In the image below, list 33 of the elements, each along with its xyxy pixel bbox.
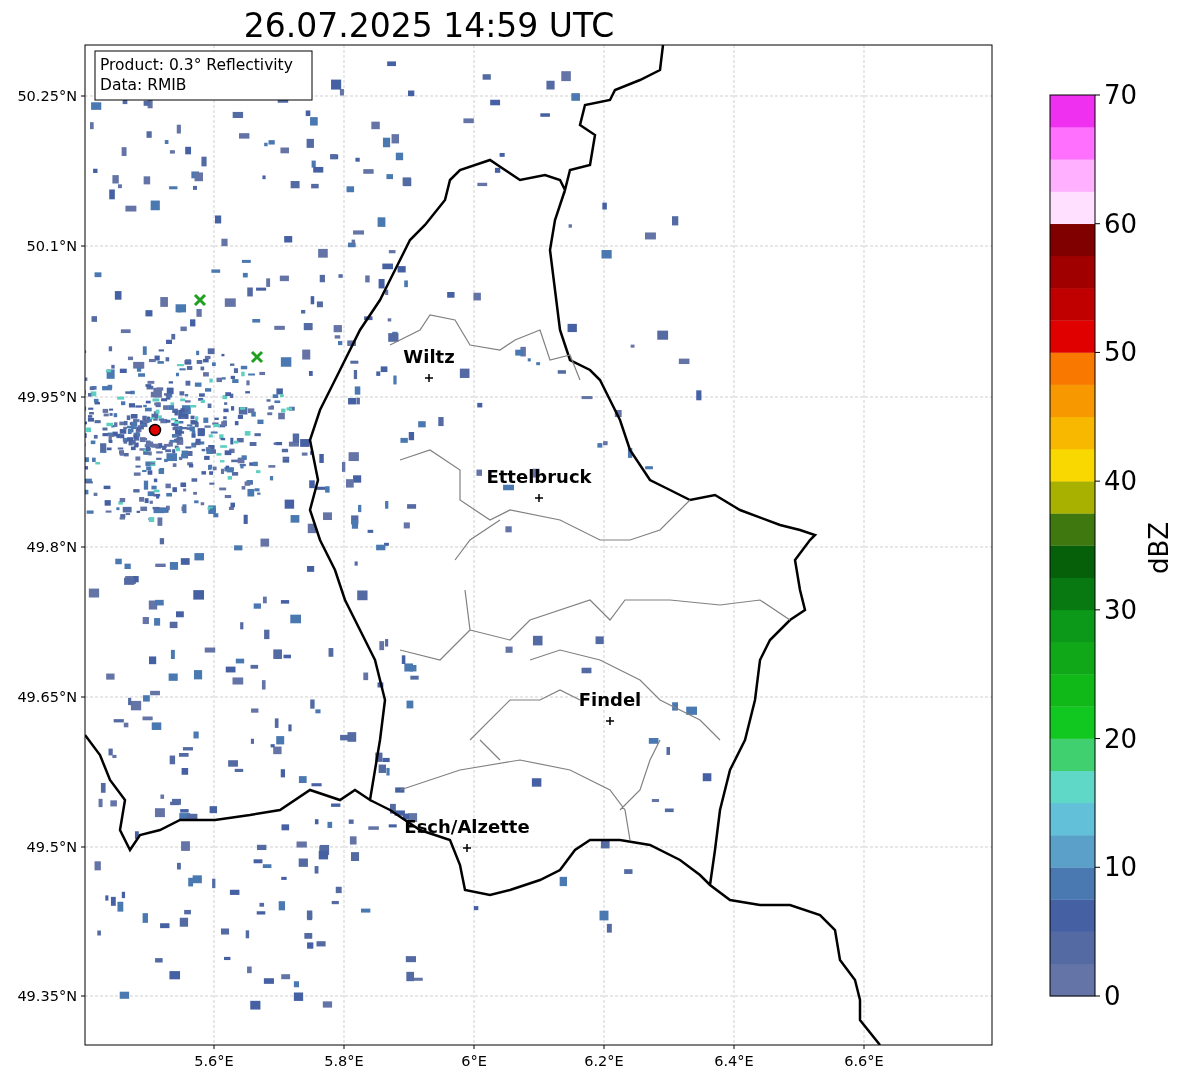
city-label: Findel — [578, 689, 642, 710]
x-tick-label: 6.6°E — [844, 1053, 884, 1069]
colorbar-tick-label: 50 — [1104, 337, 1138, 368]
y-tick-label: 50.1°N — [26, 238, 77, 254]
x-tick-label: 6°E — [461, 1053, 487, 1069]
colorbar-tick-label: 10 — [1104, 852, 1138, 883]
city-label: Ettelbruck — [486, 466, 592, 487]
colorbar-label: dBZ — [1144, 521, 1174, 575]
y-tick-label: 49.95°N — [17, 389, 77, 405]
y-tick-label: 49.65°N — [17, 689, 77, 705]
y-tick-label: 49.35°N — [17, 988, 77, 1004]
y-tick-label: 49.5°N — [26, 839, 77, 855]
city-marker-icon — [424, 373, 434, 383]
x-tick-label: 5.6°E — [194, 1053, 234, 1069]
y-tick-label: 50.25°N — [17, 88, 77, 104]
y-tick-label: 49.8°N — [26, 539, 77, 555]
colorbar-tick-label: 0 — [1104, 981, 1121, 1011]
x-tick-label: 5.8°E — [324, 1053, 364, 1069]
legend-text: Product: 0.3° Reflectivity — [100, 56, 293, 74]
city-marker-icon — [605, 716, 615, 726]
colorbar-tick-label: 30 — [1104, 594, 1138, 625]
city-marker-icon — [462, 843, 472, 853]
colorbar-tick-label: 60 — [1104, 208, 1138, 239]
radar-site-marker — [148, 423, 162, 437]
city-marker-icon — [534, 493, 544, 503]
x-tick-label: 6.4°E — [714, 1053, 754, 1069]
colorbar-tick-label: 70 — [1104, 80, 1138, 110]
colorbar-tick-label: 20 — [1104, 723, 1138, 754]
x-tick-label: 6.2°E — [584, 1053, 624, 1069]
legend-text: Data: RMIB — [100, 76, 187, 94]
chart-title: 26.07.2025 14:59 UTC — [243, 6, 615, 45]
city-label: Wiltz — [403, 346, 455, 367]
colorbar-tick-label: 40 — [1104, 466, 1138, 497]
